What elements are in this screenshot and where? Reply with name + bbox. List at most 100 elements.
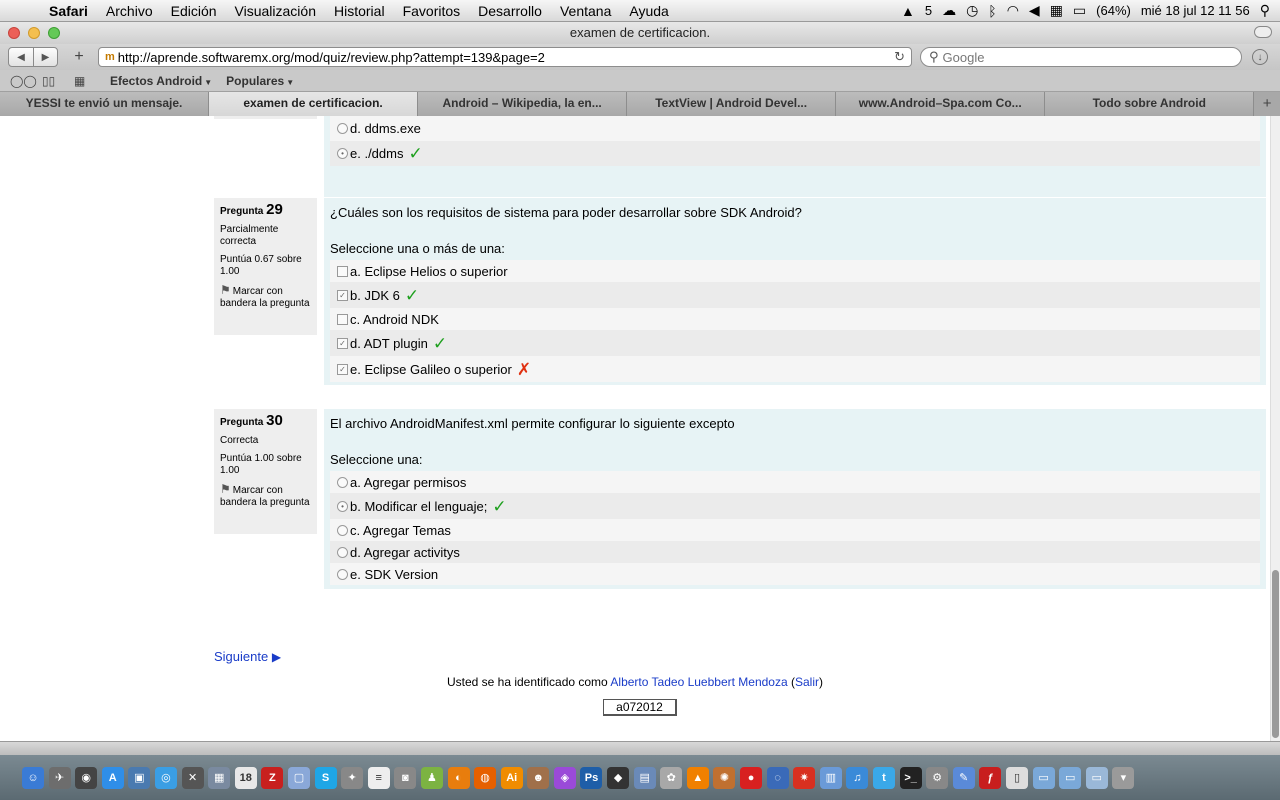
answer-option[interactable]: d. ddms.exe xyxy=(330,116,1260,141)
radio-button-selected[interactable]: • xyxy=(337,148,348,159)
minimize-button[interactable] xyxy=(28,27,40,39)
reload-icon[interactable]: ↻ xyxy=(894,49,905,65)
character-icon[interactable]: ☻ xyxy=(527,766,550,789)
textedit-icon[interactable]: ≡ xyxy=(367,766,390,789)
folder-icon[interactable]: ▭ xyxy=(1032,766,1055,789)
blender-icon[interactable]: ◐ xyxy=(447,766,470,789)
tab-4[interactable]: www.Android–Spa.com Co... xyxy=(836,92,1046,116)
wifi-icon[interactable]: ◠ xyxy=(1007,2,1019,19)
scrollbar-thumb[interactable] xyxy=(1272,570,1279,738)
logout-link[interactable]: Salir xyxy=(795,675,819,689)
answer-option[interactable]: ✓ e. Eclipse Galileo o superior ✗ xyxy=(330,356,1260,382)
battery-icon[interactable]: ▭ xyxy=(1073,2,1086,19)
reading-list-icon[interactable]: ◯◯ xyxy=(10,74,37,88)
menu-desarrollo[interactable]: Desarrollo xyxy=(469,3,551,19)
app-store-icon[interactable]: A xyxy=(101,766,124,789)
answer-option[interactable]: d. Agregar activitys xyxy=(330,541,1260,563)
volume-icon[interactable]: ◀ xyxy=(1029,2,1040,19)
twitter-icon[interactable]: t xyxy=(873,766,895,789)
terminal-icon[interactable]: >_ xyxy=(899,766,922,789)
x11-icon[interactable]: ✕ xyxy=(181,766,204,789)
answer-option[interactable]: ✓ d. ADT plugin ✓ xyxy=(330,330,1260,356)
clock[interactable]: mié 18 jul 12 11 56 xyxy=(1141,3,1250,18)
filezilla-icon[interactable]: Z xyxy=(261,766,284,789)
trash-icon[interactable]: ▾ xyxy=(1112,766,1135,789)
menu-safari[interactable]: Safari xyxy=(40,3,97,19)
dashboard-icon[interactable]: ◉ xyxy=(75,766,98,789)
menu-visualización[interactable]: Visualización xyxy=(226,3,325,19)
menu-favoritos[interactable]: Favoritos xyxy=(394,3,470,19)
menu-historial[interactable]: Historial xyxy=(325,3,394,19)
answer-option[interactable]: • b. Modificar el lenguaje; ✓ xyxy=(330,493,1260,519)
add-bookmark-button[interactable]: + xyxy=(68,48,90,66)
toolbar-toggle-button[interactable] xyxy=(1254,26,1272,38)
box-icon[interactable]: ▤ xyxy=(633,766,656,789)
tab-3[interactable]: TextView | Android Devel... xyxy=(627,92,837,116)
animal-icon[interactable]: ✿ xyxy=(660,766,683,789)
answer-option[interactable]: c. Agregar Temas xyxy=(330,519,1260,541)
checkbox[interactable] xyxy=(337,265,348,277)
tab-5[interactable]: Todo sobre Android xyxy=(1045,92,1255,116)
photoshop-icon[interactable]: Ps xyxy=(580,766,603,789)
answer-option[interactable]: c. Android NDK xyxy=(330,308,1260,330)
menu-ventana[interactable]: Ventana xyxy=(551,3,620,19)
tab-2[interactable]: Android – Wikipedia, la en... xyxy=(418,92,628,116)
folder3-icon[interactable]: ▭ xyxy=(1085,766,1108,789)
search-field[interactable]: ⚲ Google xyxy=(920,47,1242,67)
bluetooth-icon[interactable]: ᛒ xyxy=(988,3,996,19)
flag-question-link[interactable]: ⚑ Marcar con bandera la pregunta xyxy=(220,483,311,509)
checkbox-checked[interactable]: ✓ xyxy=(337,363,348,375)
answer-option[interactable]: a. Agregar permisos xyxy=(330,471,1260,493)
close-button[interactable] xyxy=(8,27,20,39)
bookmark-folder-efectos-android[interactable]: Efectos Android ▼ xyxy=(110,74,212,88)
folder2-icon[interactable]: ▭ xyxy=(1059,766,1082,789)
utility-icon[interactable]: ✦ xyxy=(341,766,364,789)
forward-button[interactable]: ▶ xyxy=(33,48,57,66)
game-icon[interactable]: ✺ xyxy=(713,766,736,789)
firefox-icon[interactable]: ◍ xyxy=(474,766,497,789)
flag-question-link[interactable]: ⚑ Marcar con bandera la pregunta xyxy=(220,284,311,310)
vlc-icon[interactable]: ▲ xyxy=(686,766,709,789)
menu-edición[interactable]: Edición xyxy=(162,3,226,19)
answer-option[interactable]: e. SDK Version xyxy=(330,563,1260,585)
time-machine-icon[interactable]: ◷ xyxy=(966,2,978,19)
skype-icon[interactable]: S xyxy=(314,766,337,789)
zoom-button[interactable] xyxy=(48,27,60,39)
itunes-icon[interactable]: ♫ xyxy=(846,766,869,789)
photo-icon[interactable]: ▦ xyxy=(208,766,231,789)
cloud-icon[interactable]: ☁ xyxy=(942,2,956,19)
bookmarks-book-icon[interactable]: ▯▯ xyxy=(42,74,64,88)
radio-button[interactable] xyxy=(337,123,348,134)
checkbox[interactable] xyxy=(337,313,348,325)
adobe-icon[interactable]: ▲ xyxy=(901,3,915,19)
answer-option[interactable]: a. Eclipse Helios o superior xyxy=(330,260,1260,282)
radio-button[interactable] xyxy=(337,476,348,488)
answer-option[interactable]: ✓ b. JDK 6 ✓ xyxy=(330,282,1260,308)
virtualbox-icon[interactable]: ▢ xyxy=(287,766,310,789)
android-icon[interactable]: ♟ xyxy=(420,766,443,789)
checkbox-checked[interactable]: ✓ xyxy=(337,289,348,301)
star-icon[interactable]: ✷ xyxy=(793,766,816,789)
system-preferences-icon[interactable]: ⚙ xyxy=(926,766,949,789)
address-bar[interactable]: m http://aprende.softwaremx.org/mod/quiz… xyxy=(98,47,912,67)
checkbox-checked[interactable]: ✓ xyxy=(337,337,348,349)
spotlight-icon[interactable]: ⚲ xyxy=(1260,2,1270,19)
menu-archivo[interactable]: Archivo xyxy=(97,3,162,19)
url-text[interactable]: http://aprende.softwaremx.org/mod/quiz/r… xyxy=(118,50,894,65)
bookmark-folder-populares[interactable]: Populares ▼ xyxy=(226,74,294,88)
pen-icon[interactable]: ✎ xyxy=(952,766,975,789)
answer-option[interactable]: • e. ./ddms ✓ xyxy=(330,141,1260,166)
keyboard-icon[interactable]: ▦ xyxy=(1050,2,1063,19)
menu-ayuda[interactable]: Ayuda xyxy=(620,3,677,19)
globe-icon[interactable]: ◌ xyxy=(766,766,789,789)
illustrator-icon[interactable]: Ai xyxy=(500,766,523,789)
calendar-icon[interactable]: 18 xyxy=(234,766,257,789)
unity-icon[interactable]: ◆ xyxy=(607,766,630,789)
launchpad-icon[interactable]: ✈ xyxy=(48,766,71,789)
radio-button[interactable] xyxy=(337,568,348,580)
radio-button-selected[interactable]: • xyxy=(337,500,348,512)
back-button[interactable]: ◀ xyxy=(9,48,33,66)
user-profile-link[interactable]: Alberto Tadeo Luebbert Mendoza xyxy=(610,675,787,689)
downloads-icon[interactable]: ↓ xyxy=(1252,49,1268,65)
next-page-link[interactable]: Siguiente ▶ xyxy=(214,649,281,664)
